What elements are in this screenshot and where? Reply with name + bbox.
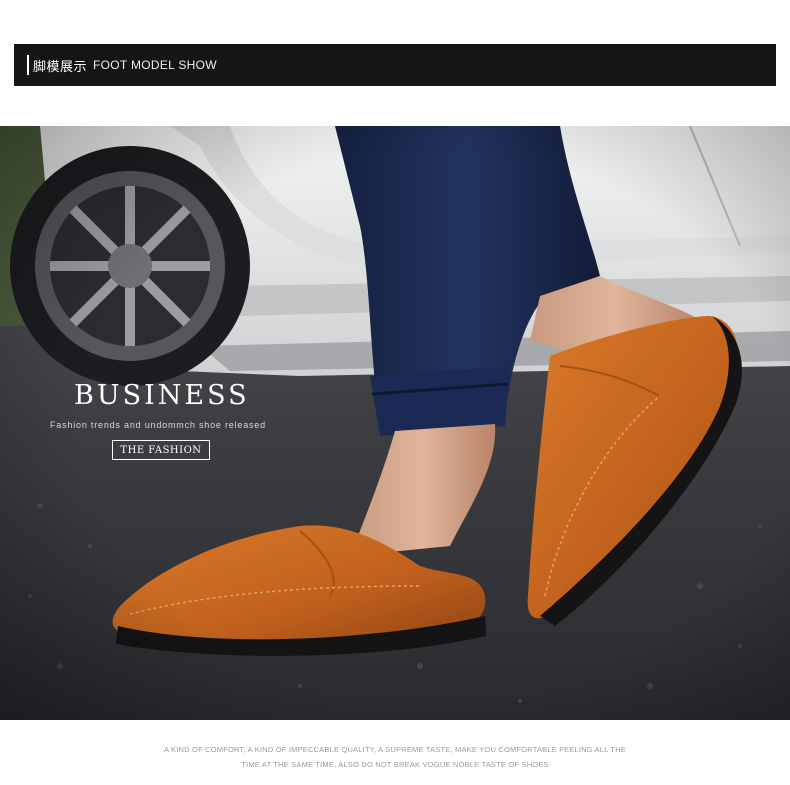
hero-title: BUSINESS — [74, 380, 250, 411]
hero-badge: THE FASHION — [112, 440, 210, 460]
hero-photo: BUSINESS Fashion trends and undommch sho… — [0, 126, 790, 720]
hero-subtitle: Fashion trends and undommch shoe release… — [50, 420, 266, 430]
header-divider — [27, 55, 29, 75]
header-title-en: FOOT MODEL SHOW — [93, 58, 217, 72]
footer-caption-line-2: TIME AT THE SAME TIME, ALSO DO NOT BREAK… — [241, 760, 549, 769]
section-header-bar: 脚模展示 FOOT MODEL SHOW — [14, 44, 776, 86]
header-title-cn: 脚模展示 — [33, 59, 88, 75]
hero-text-overlay: BUSINESS Fashion trends and undommch sho… — [0, 126, 790, 720]
footer-caption-line-1: A KIND OF COMFORT, A KIND OF IMPECCABLE … — [163, 745, 627, 754]
